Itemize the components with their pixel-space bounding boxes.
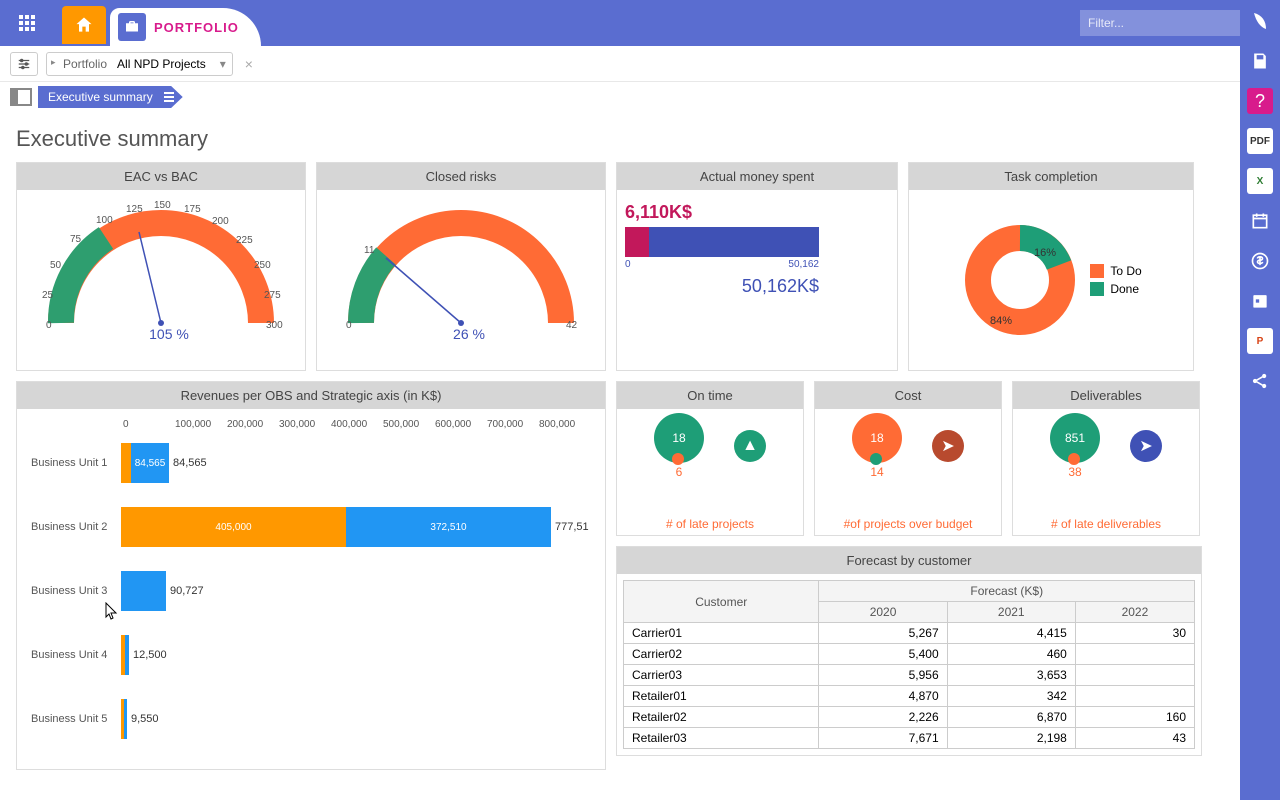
table-row: Carrier035,9563,653 (624, 665, 1195, 686)
portfolio-value: All NPD Projects (113, 57, 232, 71)
card-eac-vs-bac: EAC vs BAC 0 25 50 75 100 125 150 175 20… (16, 162, 306, 371)
card-title: Cost (815, 382, 1001, 409)
page-title: Executive summary (16, 126, 1224, 152)
card-title: On time (617, 382, 803, 409)
right-rail: ? PDF X P (1240, 0, 1280, 800)
table-row: Carrier025,400460 (624, 644, 1195, 665)
app-launcher-button[interactable] (0, 0, 54, 46)
table-row: Retailer022,2266,870160 (624, 707, 1195, 728)
card-deliverables: Deliverables 851 38 ➤ # of late delivera… (1012, 381, 1200, 536)
currency-icon[interactable] (1247, 248, 1273, 274)
arrow-up-icon: ▲ (734, 430, 766, 462)
card-money-spent: Actual money spent 6,110K$ 0 50,162 50,1… (616, 162, 898, 371)
th-customer: Customer (624, 581, 819, 623)
svg-text:175: 175 (184, 204, 201, 215)
card-title: Revenues per OBS and Strategic axis (in … (17, 382, 605, 409)
content: Executive summary EAC vs BAC 0 25 50 75 … (0, 112, 1240, 786)
portfolio-selector[interactable]: Portfolio All NPD Projects (46, 52, 233, 76)
revenue-row: Business Unit 184,56584,565 (31, 438, 591, 488)
tab-menu-icon[interactable] (163, 91, 175, 105)
gauge-eac: 0 25 50 75 100 125 150 175 200 225 250 2… (26, 198, 296, 338)
money-total-value: 50,162K$ (625, 276, 819, 297)
revenue-row: Business Unit 390,727 (31, 566, 591, 616)
card-title: Closed risks (317, 163, 605, 190)
calendar-icon[interactable] (1247, 208, 1273, 234)
card-cost: Cost 18 14 ➤ #of projects over budget (814, 381, 1002, 536)
svg-text:150: 150 (154, 200, 171, 211)
share-icon[interactable] (1247, 368, 1273, 394)
svg-text:125: 125 (126, 204, 143, 215)
briefcase-icon (118, 13, 146, 41)
money-main-value: 6,110K$ (625, 202, 889, 223)
help-icon[interactable]: ? (1247, 88, 1273, 114)
date-icon[interactable] (1247, 288, 1273, 314)
card-title: Actual money spent (617, 163, 897, 190)
gauge-risks: 0 11 42 (326, 198, 596, 338)
svg-text:25: 25 (42, 290, 54, 301)
subbar: Portfolio All NPD Projects × (0, 46, 1280, 82)
arrow-right-icon: ➤ (1130, 430, 1162, 462)
revenue-row: Business Unit 2405,000372,510777,51 (31, 502, 591, 552)
gauge-eac-value: 105 % (25, 326, 313, 342)
table-row: Retailer037,6712,19843 (624, 728, 1195, 749)
export-ppt-icon[interactable]: P (1247, 328, 1273, 354)
svg-text:84%: 84% (990, 315, 1012, 327)
svg-text:100: 100 (96, 215, 113, 226)
card-title: Deliverables (1013, 382, 1199, 409)
card-task-completion: Task completion 16% 84% To Do Done (908, 162, 1194, 371)
tab-label: PORTFOLIO (154, 20, 239, 35)
portfolio-label: Portfolio (47, 57, 113, 71)
card-title: Task completion (909, 163, 1193, 190)
svg-text:11: 11 (364, 245, 375, 256)
sliders-icon (16, 57, 32, 71)
kpi-caption: # of late projects (666, 517, 754, 531)
revenue-row: Business Unit 59,550 (31, 694, 591, 744)
tab-executive-summary[interactable]: Executive summary (38, 86, 183, 108)
topbar: PORTFOLIO (0, 0, 1280, 46)
tab-chip-label: Executive summary (48, 90, 153, 104)
breadcrumb-tabs: Executive summary (0, 82, 1280, 112)
filter-settings-button[interactable] (10, 52, 38, 76)
save-icon[interactable] (1247, 48, 1273, 74)
table-row: Retailer014,870342 (624, 686, 1195, 707)
kpi-caption: #of projects over budget (844, 517, 973, 531)
kpi-caption: # of late deliverables (1051, 517, 1161, 531)
svg-text:225: 225 (236, 235, 253, 246)
svg-text:250: 250 (254, 260, 271, 271)
money-scale: 0 50,162 (625, 259, 819, 270)
export-pdf-icon[interactable]: PDF (1247, 128, 1273, 154)
revenue-row: Business Unit 412,500 (31, 630, 591, 680)
svg-text:75: 75 (70, 234, 82, 245)
revenue-x-axis: 0100,000200,000300,000400,000500,000600,… (123, 419, 591, 430)
table-row: Carrier015,2674,41530 (624, 623, 1195, 644)
layout-toggle-button[interactable] (10, 88, 32, 106)
th-forecast: Forecast (K$) (819, 581, 1195, 602)
donut-legend: To Do Done (1090, 260, 1141, 300)
home-button[interactable] (62, 6, 106, 44)
card-title: Forecast by customer (617, 547, 1201, 574)
card-closed-risks: Closed risks 0 11 42 26 % (316, 162, 606, 371)
forecast-table: Customer Forecast (K$) 202020212022 Carr… (623, 580, 1195, 749)
card-revenues: Revenues per OBS and Strategic axis (in … (16, 381, 606, 770)
home-icon (74, 15, 94, 35)
clear-filter-button[interactable]: × (241, 56, 257, 72)
svg-text:50: 50 (50, 260, 62, 271)
compass-icon: ➤ (932, 430, 964, 462)
svg-text:16%: 16% (1034, 247, 1056, 259)
donut-chart: 16% 84% (960, 220, 1080, 340)
logo-icon[interactable] (1247, 8, 1273, 34)
card-title: EAC vs BAC (17, 163, 305, 190)
grid-icon (19, 15, 35, 31)
money-progress-bar (625, 227, 819, 257)
gauge-risks-value: 26 % (325, 326, 613, 342)
card-forecast: Forecast by customer Customer Forecast (… (616, 546, 1202, 756)
tab-portfolio[interactable]: PORTFOLIO (110, 8, 261, 46)
export-excel-icon[interactable]: X (1247, 168, 1273, 194)
svg-text:275: 275 (264, 290, 281, 301)
card-ontime: On time 18 6 ▲ # of late projects (616, 381, 804, 536)
svg-text:200: 200 (212, 216, 229, 227)
